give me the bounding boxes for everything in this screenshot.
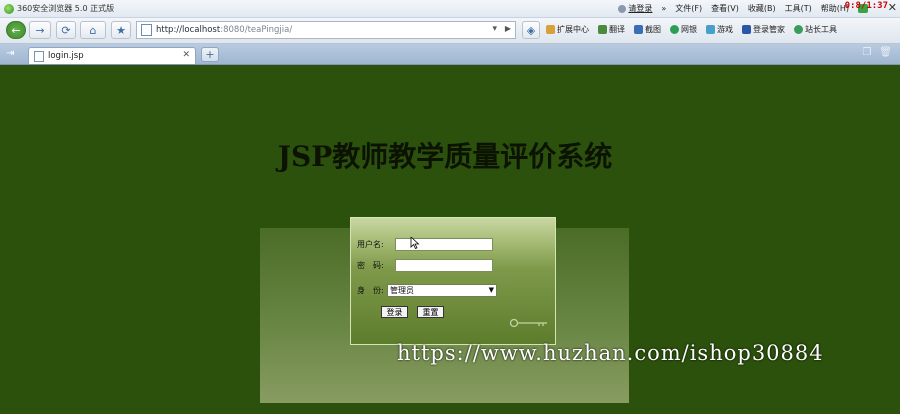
tab-login[interactable]: login.jsp ✕ <box>28 47 196 64</box>
user-icon <box>618 4 627 13</box>
page-icon <box>34 50 44 62</box>
menu-favorites[interactable]: 收藏(B) <box>748 3 776 14</box>
username-label: 用户名: <box>357 240 384 249</box>
password-row: 密 码: <box>357 259 493 272</box>
extension-icon <box>546 25 555 34</box>
refresh-icon: ⟳ <box>61 23 71 37</box>
page-content: JSP教师教学质量评价系统 用户名: 密 码: 身 份: 管理员 ▼ 登录 重置 <box>0 65 900 414</box>
menu-bar: 请登录 » 文件(F) 查看(V) 收藏(B) 工具(T) 帮助(H) <box>618 3 868 14</box>
arrow-left-icon: ← <box>11 23 21 37</box>
menu-file[interactable]: 文件(F) <box>675 3 702 14</box>
menu-chevron-icon[interactable]: » <box>661 4 666 13</box>
browser-logo-icon <box>4 3 14 14</box>
toolbar-bank[interactable]: 网银 <box>670 24 697 35</box>
webmaster-icon <box>794 25 803 34</box>
app-title: 360安全浏览器 5.0 正式版 <box>4 3 114 14</box>
toolbar-webmaster[interactable]: 站长工具 <box>794 24 837 35</box>
role-select[interactable]: 管理员 ▼ <box>387 284 497 297</box>
key-decoration-icon <box>509 318 547 328</box>
login-link[interactable]: 请登录 <box>618 3 652 14</box>
role-label: 身 份: <box>357 286 384 295</box>
sidebar-toggle-icon[interactable]: ⇥ <box>6 48 14 59</box>
reset-button[interactable]: 重置 <box>417 306 444 318</box>
game-icon <box>706 25 715 34</box>
role-row: 身 份: 管理员 ▼ <box>357 284 497 297</box>
login-button[interactable]: 登录 <box>381 306 408 318</box>
window-title: 360安全浏览器 5.0 正式版 <box>17 4 115 13</box>
clock-overlay: 0:8/1:37 <box>844 1 888 11</box>
system-title: JSP教师教学质量评价系统 <box>277 140 613 173</box>
screenshot-icon <box>634 25 643 34</box>
arrow-right-icon: → <box>35 23 45 37</box>
toolbar-extensions[interactable]: 扩展中心 <box>546 24 589 35</box>
key-icon <box>742 25 751 34</box>
star-icon: ★ <box>116 23 126 37</box>
watermark-text: https://www.huzhan.com/ishop30884 <box>397 341 824 365</box>
toolbar-login-manager[interactable]: 登录管家 <box>742 24 785 35</box>
translate-icon <box>598 25 607 34</box>
address-bar[interactable]: http://localhost:8080/teaPingjia/ ▾ ▶ <box>136 21 516 39</box>
favorite-button[interactable]: ★ <box>111 21 131 39</box>
close-window-icon[interactable]: ✕ <box>888 1 897 14</box>
page-icon <box>141 24 152 36</box>
browser-title-bar: 360安全浏览器 5.0 正式版 请登录 » 文件(F) 查看(V) 收藏(B)… <box>0 0 900 18</box>
login-panel: 用户名: 密 码: 身 份: 管理员 ▼ 登录 重置 <box>350 217 556 345</box>
new-tab-button[interactable]: + <box>201 47 219 62</box>
shield-icon: ◈ <box>526 23 536 37</box>
refresh-button[interactable]: ⟳ <box>56 21 76 39</box>
home-icon: ⌂ <box>89 23 97 37</box>
address-dropdown-icon[interactable]: ▾ <box>492 24 497 34</box>
restore-tabs-icon[interactable]: ❐ <box>862 47 871 58</box>
password-label: 密 码: <box>357 261 384 270</box>
forward-button[interactable]: → <box>29 21 51 39</box>
toolbar-screenshot[interactable]: 截图 <box>634 24 661 35</box>
mouse-cursor-icon <box>410 237 420 249</box>
menu-tools[interactable]: 工具(T) <box>785 3 812 14</box>
tab-bar: ⇥ login.jsp ✕ + ❐ 🗑 <box>0 44 900 65</box>
tab-close-icon[interactable]: ✕ <box>182 50 190 60</box>
plus-icon: + <box>205 48 215 61</box>
username-row: 用户名: <box>357 238 493 251</box>
home-button[interactable]: ⌂ <box>80 21 106 39</box>
menu-view[interactable]: 查看(V) <box>711 3 739 14</box>
address-url[interactable]: http://localhost:8080/teaPingjia/ <box>156 25 292 35</box>
form-buttons: 登录 重置 <box>381 306 444 318</box>
go-icon[interactable]: ▶ <box>505 24 511 33</box>
trash-icon[interactable]: 🗑 <box>879 47 892 58</box>
navigation-bar: ← → ⟳ ⌂ ★ http://localhost:8080/teaPingj… <box>0 18 900 44</box>
toolbar: 扩展中心 翻译 截图 网银 游戏 登录管家 站长工具 <box>546 24 837 35</box>
tab-tools: ❐ 🗑 <box>862 47 892 58</box>
toolbar-games[interactable]: 游戏 <box>706 24 733 35</box>
chevron-down-icon: ▼ <box>488 286 494 294</box>
bank-icon <box>670 25 679 34</box>
security-button[interactable]: ◈ <box>522 21 540 39</box>
password-input[interactable] <box>395 259 493 272</box>
toolbar-translate[interactable]: 翻译 <box>598 24 625 35</box>
back-button[interactable]: ← <box>6 21 26 39</box>
